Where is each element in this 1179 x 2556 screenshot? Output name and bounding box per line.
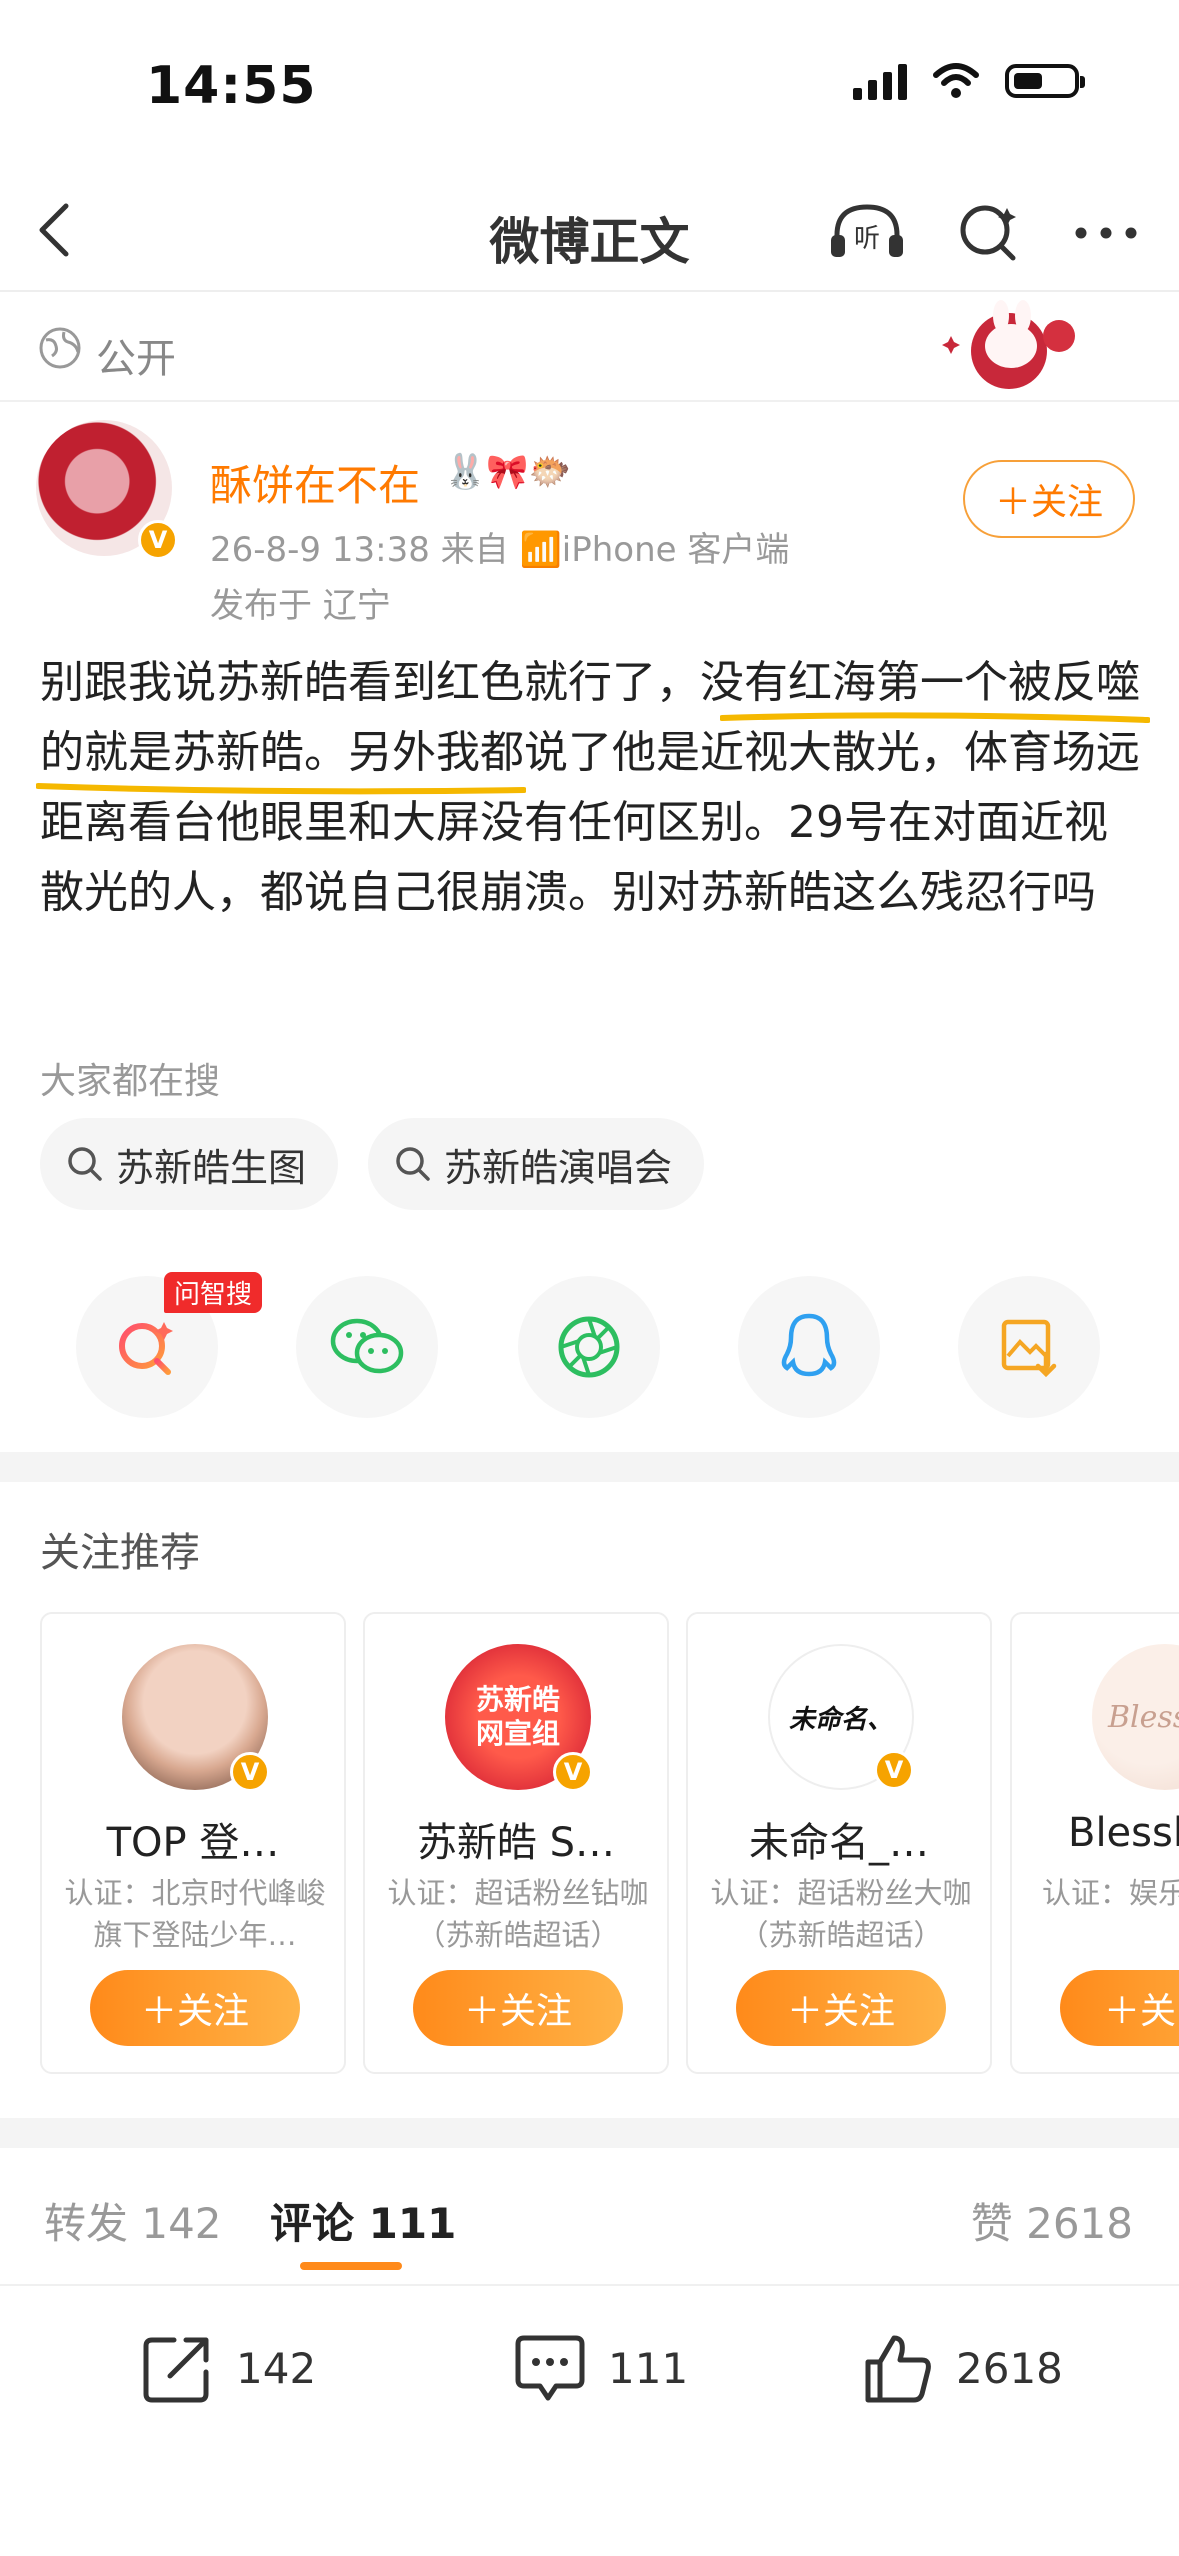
recommend-name[interactable]: Blessl (1068, 1810, 1179, 1856)
status-time: 14:55 (146, 56, 317, 116)
recommend-avatar[interactable]: 苏新皓网宣组 V (445, 1644, 593, 1792)
sticker-decoration-icon (942, 300, 1075, 389)
recommend-follow-button[interactable]: ＋关 (1060, 1970, 1179, 2046)
highlight-underline (36, 783, 526, 795)
search-chip[interactable]: 苏新皓生图 (40, 1118, 339, 1210)
recommend-desc: 认证：北京时代峰峻旗下登陆少年… (64, 1876, 326, 1952)
tabs-divider (0, 2284, 1179, 2286)
follow-button[interactable]: ＋关注 (963, 460, 1135, 538)
author-name[interactable]: 酥饼在不在 (210, 452, 420, 513)
repost-count: 142 (236, 2343, 317, 2393)
ai-search-icon (119, 1322, 173, 1375)
recommend-avatar-text: 苏新皓网宣组 (475, 1683, 560, 1750)
search-icon (68, 1147, 102, 1181)
recommend-card[interactable]: 苏新皓网宣组 V 苏新皓 S… 认证：超话粉丝钻咖（苏新皓超话） ＋关注 (363, 1612, 669, 2074)
recommend-avatar-text: 未命名、 (788, 1704, 893, 1735)
wifi-icon (933, 63, 979, 98)
wechat-icon (330, 1318, 404, 1374)
section-divider (0, 1452, 1179, 1482)
recommend-follow-button[interactable]: ＋关注 (736, 1970, 946, 2046)
recommend-avatar[interactable]: 未命名、 V (768, 1644, 914, 1790)
recommend-card[interactable]: Bless Blessl 认证：娱乐话创作官 ＋关 (1010, 1612, 1179, 2074)
section-divider (0, 2118, 1179, 2148)
recommend-avatar[interactable]: V (122, 1644, 270, 1792)
tab-comment[interactable]: 评论 111 (270, 2190, 456, 2251)
recommend-follow-button[interactable]: ＋关注 (413, 1970, 623, 2046)
highlight-underline (720, 712, 1150, 723)
verified-badge-icon: V (553, 1752, 593, 1792)
author-badges: 🐰🎀🐡 (444, 452, 572, 492)
author-avatar[interactable]: V (36, 420, 178, 560)
cellular-signal-icon (853, 62, 907, 100)
search-chip[interactable]: 苏新皓演唱会 (368, 1118, 705, 1210)
recommend-card[interactable]: V TOP 登… 认证：北京时代峰峻旗下登陆少年… ＋关注 (40, 1612, 346, 2074)
comment-button[interactable]: 111 (512, 2330, 688, 2406)
camera-aperture-icon (558, 1316, 620, 1378)
repost-icon (143, 2337, 209, 2403)
post-location: 发布于 辽宁 (210, 586, 391, 626)
search-icon (396, 1147, 430, 1181)
listen-icon[interactable]: 听 (827, 201, 907, 265)
search-chip-label: 苏新皓演唱会 (444, 1145, 673, 1190)
recommend-desc: 认证：超话粉丝大咖（苏新皓超话） (710, 1876, 972, 1952)
post-meta: 26-8-9 13:38 来自 📶iPhone 客户端 (210, 530, 790, 570)
comment-count: 111 (608, 2343, 689, 2393)
recommend-name[interactable]: 苏新皓 S… (365, 1810, 667, 1868)
status-icons (853, 62, 1085, 100)
svg-text:听: 听 (854, 224, 880, 254)
wechat-share-button[interactable] (296, 1276, 438, 1418)
tab-repost[interactable]: 转发 142 (44, 2190, 222, 2251)
qq-share-button[interactable] (738, 1276, 880, 1418)
comment-icon (515, 2335, 585, 2401)
like-button[interactable]: 2618 (860, 2330, 1063, 2406)
save-image-icon (1001, 1319, 1057, 1378)
battery-icon (1005, 64, 1085, 98)
tab-indicator (300, 2262, 402, 2270)
like-count: 2618 (956, 2343, 1063, 2393)
qq-penguin-icon (781, 1313, 837, 1377)
recommend-name[interactable]: 未命名_… (688, 1810, 990, 1868)
nav-bar: 微博正文 听 (0, 170, 1179, 292)
search-icon[interactable] (957, 200, 1023, 266)
recommend-desc: 认证：超话粉丝钻咖（苏新皓超话） (387, 1876, 649, 1952)
verified-badge-icon: V (874, 1750, 914, 1790)
recommend-name[interactable]: TOP 登… (42, 1810, 344, 1868)
recommend-follow-button[interactable]: ＋关注 (90, 1970, 300, 2046)
recommend-avatar-text: Bless (1108, 1699, 1179, 1735)
ai-search-badge: 问智搜 (164, 1272, 263, 1313)
recommend-desc: 认证：娱乐话创作官 (1042, 1876, 1179, 1910)
moments-share-button[interactable] (518, 1276, 660, 1418)
recommend-title: 关注推荐 (40, 1530, 200, 1576)
visibility-row: 公开 (0, 292, 1179, 402)
verified-badge-icon: V (230, 1752, 270, 1792)
recommend-avatar[interactable]: Bless (1092, 1644, 1179, 1790)
tab-like[interactable]: 赞 2618 (971, 2190, 1133, 2251)
search-chip-label: 苏新皓生图 (116, 1145, 307, 1190)
save-image-button[interactable] (958, 1276, 1100, 1418)
globe-icon (39, 327, 81, 369)
recommend-card[interactable]: 未命名、 V 未命名_… 认证：超话粉丝大咖（苏新皓超话） ＋关注 (686, 1612, 992, 2074)
hot-search-label: 大家都在搜 (40, 1061, 221, 1102)
thumbs-up-icon (865, 2335, 931, 2403)
verified-badge-icon: V (138, 520, 178, 560)
more-icon[interactable] (1073, 223, 1139, 243)
visibility-label: 公开 (96, 336, 176, 382)
repost-button[interactable]: 142 (140, 2330, 316, 2406)
nav-actions: 听 (827, 200, 1139, 266)
